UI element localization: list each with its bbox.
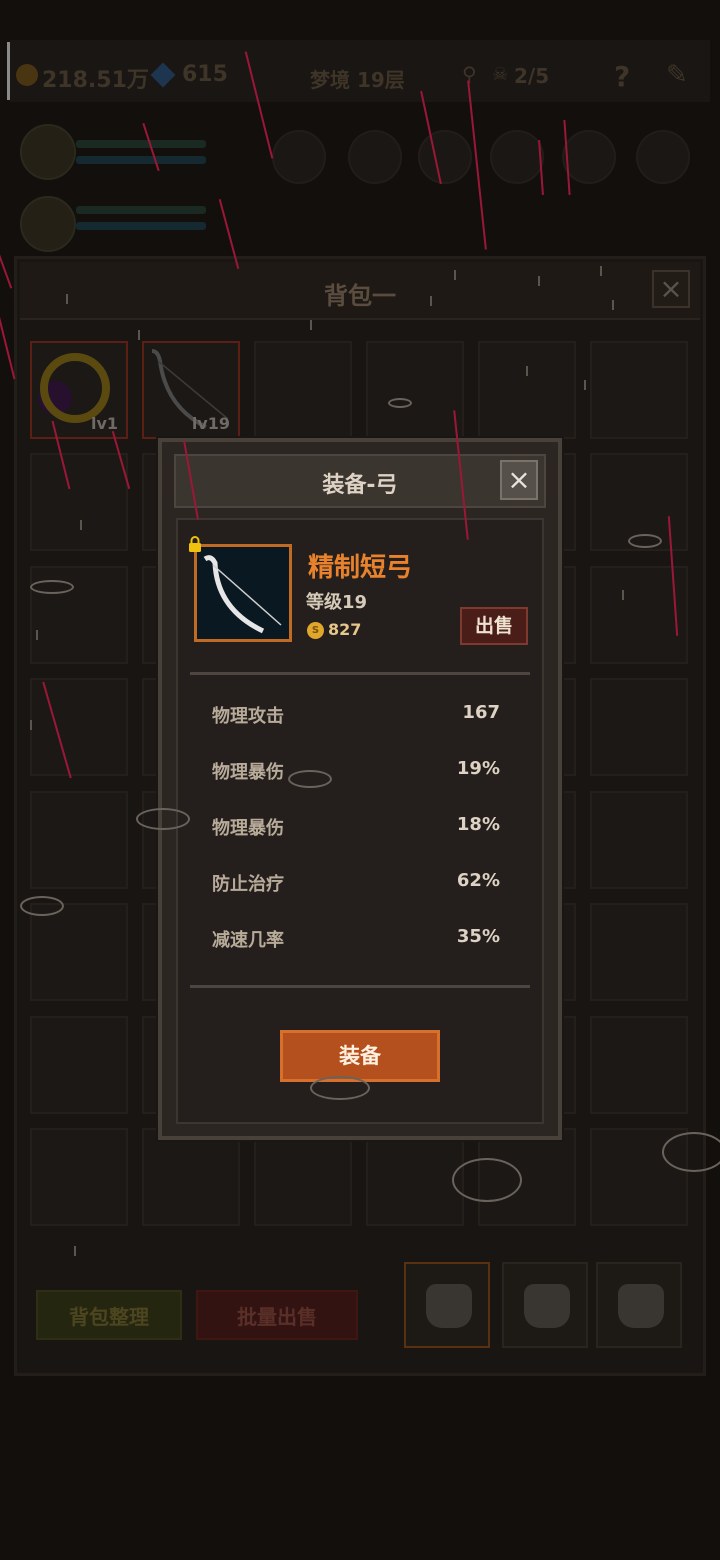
bag-slot-empty[interactable] bbox=[366, 341, 464, 439]
rain-drop bbox=[584, 380, 586, 390]
water-ripple bbox=[288, 770, 332, 788]
equip-slot-ring[interactable] bbox=[490, 130, 544, 184]
item-name: 精制短弓 bbox=[308, 553, 413, 583]
bag-tab-1[interactable] bbox=[404, 1262, 490, 1348]
rain-drop bbox=[138, 330, 140, 340]
water-ripple bbox=[662, 1132, 720, 1172]
hero-portrait-1[interactable] bbox=[20, 124, 76, 180]
backpack-icon bbox=[524, 1284, 570, 1328]
gem-amount: 615 bbox=[182, 62, 228, 87]
gold-amount: 218.51万 bbox=[42, 68, 149, 93]
rain-drop bbox=[310, 320, 312, 330]
item-icon-frame bbox=[194, 544, 292, 642]
edge-handle bbox=[7, 42, 10, 100]
equip-slot-amulet[interactable] bbox=[418, 130, 472, 184]
bag-tab-3[interactable] bbox=[596, 1262, 682, 1348]
water-ripple bbox=[310, 1076, 370, 1100]
stat-name: 防止治疗 bbox=[212, 874, 284, 895]
stat-name: 物理暴伤 bbox=[212, 762, 284, 783]
bow-icon bbox=[197, 547, 289, 639]
bag-slot-empty[interactable] bbox=[30, 903, 128, 1001]
sort-bag-button[interactable]: 背包整理 bbox=[36, 1290, 182, 1340]
bag-slot-empty[interactable] bbox=[590, 903, 688, 1001]
sell-button[interactable]: 出售 bbox=[460, 607, 528, 645]
bag-item-ring[interactable]: lv1 bbox=[30, 341, 128, 439]
water-ripple bbox=[388, 398, 412, 408]
bag-slot-empty[interactable] bbox=[30, 1128, 128, 1226]
rain-drop bbox=[454, 270, 456, 280]
stat-name: 物理攻击 bbox=[212, 706, 284, 727]
equip-button[interactable]: 装备 bbox=[280, 1030, 440, 1082]
bulk-sell-button[interactable]: 批量出售 bbox=[196, 1290, 358, 1340]
bag-slot-empty[interactable] bbox=[30, 791, 128, 889]
bag-slot-empty[interactable] bbox=[30, 453, 128, 551]
rain-drop bbox=[74, 1246, 76, 1256]
backpack-icon bbox=[426, 1284, 472, 1328]
bag-slot-empty[interactable] bbox=[142, 1128, 240, 1226]
bag-tab-2[interactable] bbox=[502, 1262, 588, 1348]
hero-hp-bar-1 bbox=[76, 140, 206, 148]
rain-drop bbox=[600, 266, 602, 276]
rain-drop bbox=[612, 300, 614, 310]
bag-close-button[interactable]: × bbox=[652, 270, 690, 308]
item-price: 827 bbox=[328, 620, 362, 639]
ring-icon bbox=[40, 353, 110, 423]
rain-drop bbox=[622, 590, 624, 600]
water-ripple bbox=[136, 808, 190, 830]
hero-hp-bar-2 bbox=[76, 206, 206, 214]
equip-slot-helmet[interactable] bbox=[272, 130, 326, 184]
gold-coin-icon: S bbox=[307, 622, 324, 639]
rain-drop bbox=[30, 720, 32, 730]
bag-slot-empty[interactable] bbox=[254, 1128, 352, 1226]
hero-portrait-2[interactable] bbox=[20, 196, 76, 252]
dialog-title: 装备-弓 bbox=[322, 473, 398, 498]
help-icon[interactable]: ? bbox=[614, 60, 630, 93]
hero-mp-bar-1 bbox=[76, 156, 206, 164]
item-level: 等级19 bbox=[306, 592, 368, 613]
stat-value: 62% bbox=[456, 870, 500, 891]
equip-slot-armor[interactable] bbox=[348, 130, 402, 184]
skull-count: 2/5 bbox=[514, 64, 550, 88]
bag-slot-empty[interactable] bbox=[590, 1016, 688, 1114]
stat-name: 减速几率 bbox=[212, 930, 284, 951]
skull-icon: ☠ bbox=[492, 64, 509, 85]
item-level-badge: lv1 bbox=[90, 414, 118, 433]
bag-item-bow[interactable]: lv19 bbox=[142, 341, 240, 439]
stat-value: 167 bbox=[462, 702, 500, 723]
stat-value: 35% bbox=[456, 926, 500, 947]
divider bbox=[190, 672, 530, 675]
settings-icon[interactable]: ✎ bbox=[666, 60, 688, 90]
backpack-icon bbox=[618, 1284, 664, 1328]
divider bbox=[190, 985, 530, 988]
water-ripple bbox=[628, 534, 662, 548]
bag-slot-empty[interactable] bbox=[590, 341, 688, 439]
stat-value: 18% bbox=[456, 814, 500, 835]
gold-coin-icon bbox=[16, 64, 38, 86]
rain-drop bbox=[36, 630, 38, 640]
dungeon-floor[interactable]: 梦境 19层 bbox=[310, 64, 405, 93]
water-ripple bbox=[20, 896, 64, 916]
bag-slot-empty[interactable] bbox=[254, 341, 352, 439]
equip-slot-boots[interactable] bbox=[562, 130, 616, 184]
rain-drop bbox=[80, 520, 82, 530]
bag-slot-empty[interactable] bbox=[366, 1128, 464, 1226]
dialog-close-button[interactable]: × bbox=[500, 460, 538, 500]
water-ripple bbox=[452, 1158, 522, 1202]
rain-drop bbox=[430, 296, 432, 306]
item-level-badge: lv19 bbox=[191, 414, 230, 433]
stat-value: 19% bbox=[456, 758, 500, 779]
rain-drop bbox=[538, 276, 540, 286]
rain-drop bbox=[526, 366, 528, 376]
bag-slot-empty[interactable] bbox=[590, 678, 688, 776]
stat-name: 物理暴伤 bbox=[212, 818, 284, 839]
water-ripple bbox=[30, 580, 74, 594]
bag-slot-empty[interactable] bbox=[590, 791, 688, 889]
equip-slot-extra[interactable] bbox=[636, 130, 690, 184]
rain-drop bbox=[66, 294, 68, 304]
hero-mp-bar-2 bbox=[76, 222, 206, 230]
bag-slot-empty[interactable] bbox=[478, 341, 576, 439]
lock-icon[interactable] bbox=[186, 535, 204, 553]
bag-slot-empty[interactable] bbox=[30, 1016, 128, 1114]
